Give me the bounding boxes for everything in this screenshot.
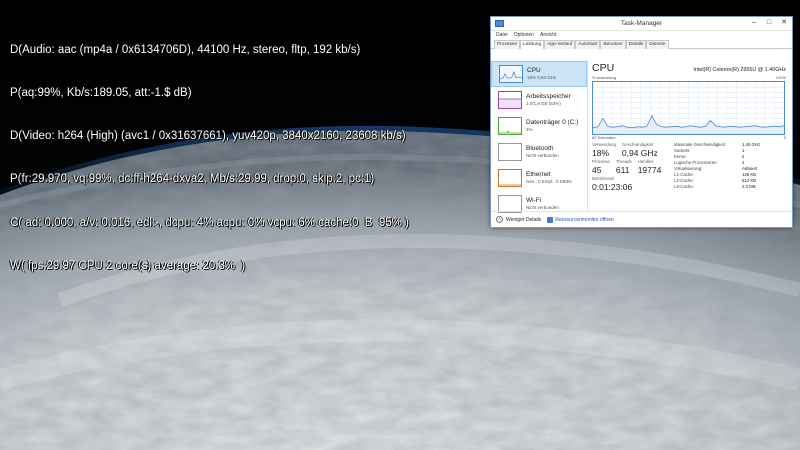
- tab-app-verlauf[interactable]: App-Verlauf: [544, 40, 576, 49]
- playback-stats-overlay: D(Audio: aac (mp4a / 0x6134706D), 44100 …: [10, 14, 409, 288]
- sidebar-item-label: Datenträger 0 (C:): [526, 119, 579, 126]
- detail-row: L3-Cache: 2,0 MB: [674, 184, 786, 190]
- resource-sidebar: CPU 18% 0,94 GHz Arbeitsspeicher 1,0/1,9…: [491, 60, 588, 213]
- tab-autostart[interactable]: Autostart: [575, 40, 601, 49]
- detail-value: 1,40 GHz: [742, 142, 761, 147]
- sidebar-item-label: Wi-Fi: [526, 197, 542, 204]
- fps-line: W( fps:29.97 CPU 2 core(s) average: 20.3…: [10, 259, 246, 272]
- handles-value: 19774: [637, 165, 662, 175]
- cpu-utilization-plot: [593, 82, 784, 134]
- tab-dienste[interactable]: Dienste: [646, 40, 669, 49]
- window-title: Task-Manager: [620, 20, 663, 27]
- sidebar-item-sub: Ges.: 0 Empf.: 0 KBit/s: [526, 179, 572, 184]
- title-bar[interactable]: Task-Manager – □ ✕: [491, 17, 792, 31]
- sidebar-item-sub: 18% 0,94 GHz: [527, 75, 557, 80]
- sidebar-item-ethernet[interactable]: Ethernet Ges.: 0 Empf.: 0 KBit/s: [491, 165, 587, 191]
- sidebar-item-memory[interactable]: Arbeitsspeicher 1,0/1,9 GB (53%): [491, 87, 587, 113]
- chevron-up-icon[interactable]: ^: [496, 216, 503, 223]
- maximize-button[interactable]: □: [763, 18, 775, 27]
- task-manager-window[interactable]: Task-Manager – □ ✕ Datei Optionen Ansich…: [490, 16, 793, 228]
- window-footer: ^ Weniger Details Ressourcenmonitor öffn…: [491, 211, 792, 227]
- cpu-details-list: Maximale Geschwindigkeit: 1,40 GHz Socket…: [674, 142, 786, 193]
- menu-ansicht[interactable]: Ansicht: [540, 31, 556, 40]
- cpu-detail-panel: CPU Intel(R) Celeron(R) 2955U @ 1.40GHz …: [588, 60, 792, 211]
- video-decoder-line: D(Video: h264 (High) (avc1 / 0x31637661)…: [10, 130, 406, 143]
- processes-value: 45: [592, 165, 602, 175]
- audio-decoder-line: D(Audio: aac (mp4a / 0x6134706D), 44100 …: [10, 43, 361, 56]
- minimize-button[interactable]: –: [748, 18, 760, 27]
- bluetooth-mini-graph-icon: [498, 143, 522, 161]
- menu-optionen[interactable]: Optionen: [514, 31, 534, 40]
- sidebar-item-label: Bluetooth: [526, 145, 554, 152]
- close-button[interactable]: ✕: [778, 18, 790, 27]
- sidebar-item-bluetooth[interactable]: Bluetooth Nicht verbunden: [491, 139, 587, 165]
- menu-datei[interactable]: Datei: [496, 31, 508, 40]
- tab-details[interactable]: Details: [625, 40, 647, 49]
- tab-bar: Prozesse Leistung App-Verlauf Autostart …: [491, 40, 792, 49]
- ethernet-mini-graph-icon: [498, 169, 522, 187]
- tab-prozesse[interactable]: Prozesse: [494, 40, 520, 49]
- speed-value: 0,94 GHz: [621, 148, 658, 158]
- panel-heading: CPU: [592, 62, 615, 74]
- sidebar-item-sub: 3%: [526, 127, 533, 132]
- fewer-details-link[interactable]: Weniger Details: [506, 217, 541, 223]
- cpu-cache-line: C( ad: 0.000, a/v: 0.016, edl:-, dcpu: 4…: [10, 216, 409, 229]
- sidebar-item-label: CPU: [527, 67, 541, 74]
- detail-key: L3-Cache:: [674, 184, 694, 189]
- processor-name: Intel(R) Celeron(R) 2955U @ 1.40GHz: [693, 67, 786, 73]
- uptime-value: 0:01:23:06: [592, 182, 633, 192]
- tab-leistung[interactable]: Leistung: [520, 40, 545, 49]
- detail-value: 2,0 MB: [742, 184, 756, 189]
- resource-monitor-link[interactable]: Ressourcenmonitor öffnen: [555, 217, 614, 223]
- usage-value: 18%: [592, 148, 610, 158]
- tab-benutzer[interactable]: Benutzer: [600, 40, 626, 49]
- threads-value: 611: [615, 165, 630, 175]
- audio-playback-line: P(aq:99%, Kb/s:189.05, att:-1.$ dB): [10, 87, 192, 100]
- sidebar-item-label: Arbeitsspeicher: [526, 93, 571, 100]
- sidebar-item-sub: Nicht verbunden: [526, 153, 559, 158]
- cpu-utilization-graph: [592, 81, 785, 135]
- sidebar-item-sub: 1,0/1,9 GB (53%): [526, 101, 561, 106]
- sidebar-item-cpu[interactable]: CPU 18% 0,94 GHz: [491, 61, 587, 87]
- resource-monitor-icon: [547, 216, 554, 223]
- disk-mini-graph-icon: [498, 117, 522, 135]
- memory-mini-graph-icon: [498, 91, 522, 109]
- graph-time-label: 60 Sekunden: [592, 135, 616, 140]
- menu-bar: Datei Optionen Ansicht: [491, 31, 792, 40]
- cpu-mini-graph-icon: [499, 65, 523, 83]
- sidebar-item-disk[interactable]: Datenträger 0 (C:) 3%: [491, 113, 587, 139]
- video-playback-line: P(fr:29.970, vq:99%, dc:ff-h264-dxva2, M…: [10, 173, 375, 186]
- graph-zero-label: 0: [783, 135, 786, 140]
- sidebar-item-label: Ethernet: [526, 171, 551, 178]
